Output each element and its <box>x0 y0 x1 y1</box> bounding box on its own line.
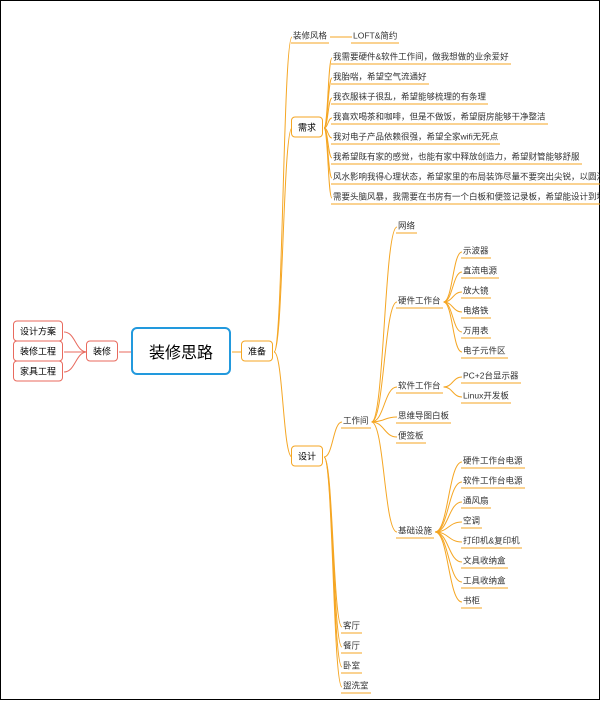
need-item-2[interactable]: 我衣服袜子很乱，希望能够梳理的有条理 <box>331 90 488 105</box>
infra-item-0[interactable]: 硬件工作台电源 <box>461 454 525 469</box>
root-node[interactable]: 装修思路 <box>131 327 231 375</box>
need-item-0[interactable]: 我需要硬件&软件工作间，做我想做的业余爱好 <box>331 50 511 65</box>
left-item-0[interactable]: 设计方案 <box>13 321 63 342</box>
infra-item-2[interactable]: 通风扇 <box>461 494 491 509</box>
design-diningroom[interactable]: 餐厅 <box>341 639 362 654</box>
infra-item-3[interactable]: 空调 <box>461 514 482 529</box>
design-bedroom[interactable]: 卧室 <box>341 659 362 674</box>
left-hub[interactable]: 装修 <box>86 341 118 362</box>
hw-item-5[interactable]: 电子元件区 <box>461 344 508 359</box>
workroom-network[interactable]: 网络 <box>396 219 417 234</box>
infra-item-6[interactable]: 工具收纳盒 <box>461 574 508 589</box>
branch-style[interactable]: 装修风格 <box>291 29 329 44</box>
hw-item-2[interactable]: 放大镜 <box>461 284 491 299</box>
branch-design[interactable]: 设计 <box>291 446 323 467</box>
need-item-6[interactable]: 风水影响我得心理状态，希望家里的布局装饰尽量不要突出尖锐，以圆滑为主 <box>331 170 600 185</box>
workroom-software-bench[interactable]: 软件工作台 <box>396 379 443 394</box>
right-hub[interactable]: 准备 <box>241 341 273 362</box>
infra-item-1[interactable]: 软件工作台电源 <box>461 474 525 489</box>
hw-item-4[interactable]: 万用表 <box>461 324 491 339</box>
infra-item-5[interactable]: 文具收纳盒 <box>461 554 508 569</box>
need-item-4[interactable]: 我对电子产品依赖很强，希望全家wifi无死点 <box>331 130 500 145</box>
sw-item-1[interactable]: Linux开发板 <box>461 389 511 404</box>
workroom-hardware-bench[interactable]: 硬件工作台 <box>396 294 443 309</box>
style-leaf-0[interactable]: LOFT&简约 <box>351 29 399 44</box>
hw-item-1[interactable]: 直流电源 <box>461 264 499 279</box>
design-workroom[interactable]: 工作间 <box>341 414 371 429</box>
infra-item-7[interactable]: 书柜 <box>461 594 482 609</box>
need-item-5[interactable]: 我希望既有家的感觉，也能有家中释放创造力，希望财管能够舒服 <box>331 150 582 165</box>
hw-item-0[interactable]: 示波器 <box>461 244 491 259</box>
sw-item-0[interactable]: PC+2台显示器 <box>461 369 521 384</box>
need-item-7[interactable]: 需要头脑风暴，我需要在书房有一个白板和便签记录板，希望能设计到墙面和主格调融入 <box>331 190 600 205</box>
design-bathroom[interactable]: 盥洗室 <box>341 679 371 694</box>
need-item-3[interactable]: 我喜欢喝茶和咖啡，但是不做饭，希望厨房能够干净整洁 <box>331 110 548 125</box>
need-item-1[interactable]: 我胎喘，希望空气流通好 <box>331 70 429 85</box>
workroom-whiteboard[interactable]: 思维导图白板 <box>396 409 451 424</box>
workroom-sticky[interactable]: 便签板 <box>396 429 426 444</box>
left-item-1[interactable]: 装修工程 <box>13 341 63 362</box>
branch-need[interactable]: 需求 <box>291 117 323 138</box>
left-item-2[interactable]: 家具工程 <box>13 361 63 382</box>
hw-item-3[interactable]: 电烙铁 <box>461 304 491 319</box>
design-livingroom[interactable]: 客厅 <box>341 619 362 634</box>
workroom-infrastructure[interactable]: 基础设施 <box>396 524 434 539</box>
infra-item-4[interactable]: 打印机&复印机 <box>461 534 522 549</box>
